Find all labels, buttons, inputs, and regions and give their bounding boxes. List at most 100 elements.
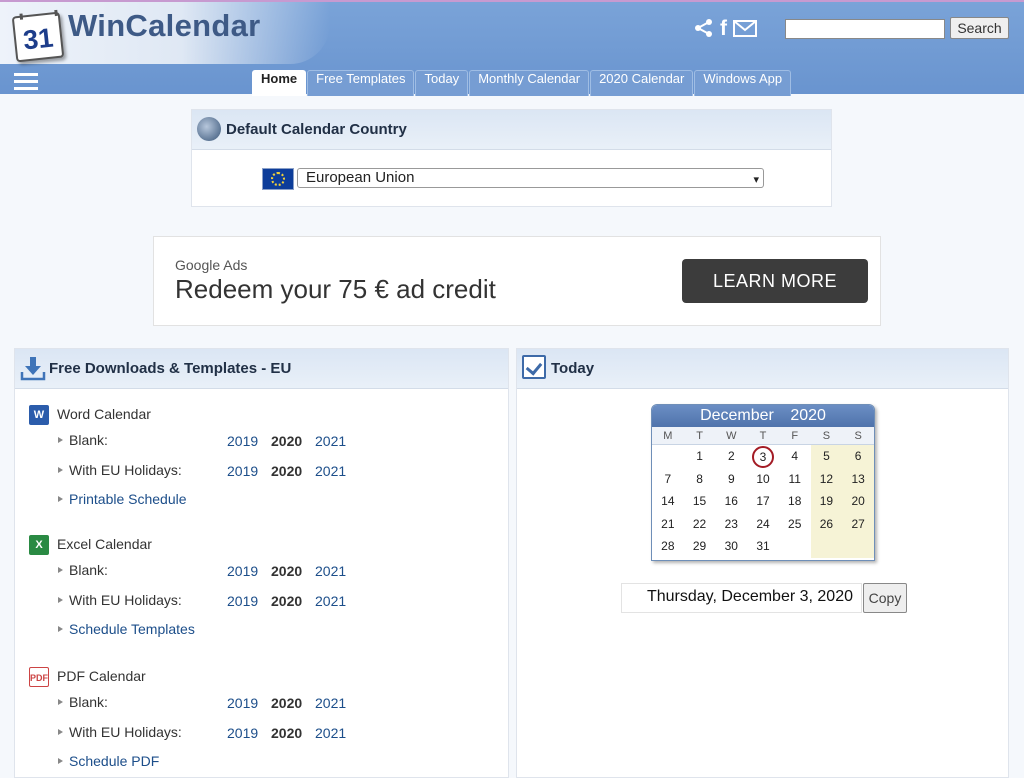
calendar-day[interactable]: 18 xyxy=(779,490,811,513)
download-row: Schedule Templates xyxy=(15,621,510,641)
tab-home[interactable]: Home xyxy=(252,70,307,96)
calendar-day[interactable]: 7 xyxy=(652,468,684,491)
calendar-header[interactable]: December 2020 xyxy=(652,405,874,427)
year-link[interactable]: 2020 xyxy=(271,433,302,449)
menu-icon[interactable] xyxy=(14,73,38,91)
advertisement[interactable]: Google Ads Redeem your 75 € ad credit LE… xyxy=(153,236,881,326)
schedule-link[interactable]: Schedule PDF xyxy=(69,753,159,769)
calendar-day[interactable]: 13 xyxy=(842,467,874,491)
tab-monthly-calendar[interactable]: Monthly Calendar xyxy=(469,70,590,96)
calendar-day-number: 11 xyxy=(788,471,801,486)
calendar-day[interactable]: 14 xyxy=(652,490,684,513)
calendar-day[interactable]: 2 xyxy=(715,445,747,468)
calendar-month: December xyxy=(700,407,774,424)
calendar-day-number: 30 xyxy=(724,539,738,554)
calendar-day[interactable]: 4 xyxy=(779,445,811,468)
year-link[interactable]: 2020 xyxy=(271,725,302,741)
calendar-day xyxy=(810,535,843,558)
calendar-day[interactable]: 11 xyxy=(779,468,811,491)
tab-free-templates[interactable]: Free Templates xyxy=(307,70,415,96)
schedule-link[interactable]: Schedule Templates xyxy=(69,621,195,637)
year-link[interactable]: 2021 xyxy=(315,695,346,711)
year-link[interactable]: 2021 xyxy=(315,463,346,479)
calendar-day[interactable]: 20 xyxy=(842,490,874,513)
calendar-day[interactable]: 31 xyxy=(747,535,779,558)
calendar-day-today[interactable]: 3 xyxy=(747,445,779,468)
calendar-day[interactable]: 28 xyxy=(652,535,684,558)
year-link[interactable]: 2020 xyxy=(271,563,302,579)
year-link[interactable]: 2021 xyxy=(315,725,346,741)
tab-windows-app[interactable]: Windows App xyxy=(694,70,792,96)
today-date-text[interactable]: Thursday, December 3, 2020 xyxy=(621,583,862,613)
tab-2020-calendar[interactable]: 2020 Calendar xyxy=(590,70,694,96)
calendar-day[interactable]: 8 xyxy=(684,468,716,491)
calendar-day[interactable]: 17 xyxy=(747,490,779,513)
calendar-day[interactable]: 19 xyxy=(810,490,843,513)
section-title: PDF Calendar xyxy=(57,668,146,684)
calendar-day[interactable]: 6 xyxy=(842,445,874,468)
row-label: Blank: xyxy=(69,562,108,578)
row-label: With EU Holidays: xyxy=(69,462,182,478)
schedule-link[interactable]: Printable Schedule xyxy=(69,491,187,507)
calendar-day[interactable]: 22 xyxy=(684,513,716,536)
calendar-day-number: 4 xyxy=(791,449,799,463)
calendar-day[interactable]: 5 xyxy=(810,445,843,468)
calendar-day[interactable]: 27 xyxy=(842,512,874,536)
calendar-day[interactable]: 25 xyxy=(779,513,811,536)
calendar-day[interactable]: 30 xyxy=(715,535,747,558)
calendar-day[interactable]: 15 xyxy=(684,490,716,513)
calendar-day-number: 20 xyxy=(851,494,865,509)
country-select[interactable]: European Union ▾ xyxy=(297,168,764,188)
bullet-arrow-icon xyxy=(58,567,63,573)
calendar-day[interactable]: 26 xyxy=(810,512,843,536)
year-link[interactable]: 2019 xyxy=(227,563,258,579)
calendar-day-number: 6 xyxy=(854,449,862,463)
country-panel-header: Default Calendar Country xyxy=(192,110,831,150)
year-link[interactable]: 2021 xyxy=(315,433,346,449)
tab-today[interactable]: Today xyxy=(415,70,469,96)
facebook-icon[interactable]: f xyxy=(720,18,727,43)
top-header: 31 WinCalendar f Search Home Free Templat… xyxy=(0,0,1024,96)
calendar-day[interactable]: 12 xyxy=(810,467,843,491)
year-link[interactable]: 2019 xyxy=(227,695,258,711)
year-link[interactable]: 2019 xyxy=(227,463,258,479)
nav-tabs: Home Free Templates Today Monthly Calendar 2… xyxy=(252,70,792,96)
calendar-day[interactable]: 23 xyxy=(715,513,747,536)
learn-more-button[interactable]: LEARN MORE xyxy=(682,259,868,303)
year-link[interactable]: 2020 xyxy=(271,695,302,711)
calendar-day-number: 26 xyxy=(819,516,834,531)
calendar-day[interactable]: 24 xyxy=(747,513,779,536)
section-title: Word Calendar xyxy=(57,406,151,422)
share-icon[interactable] xyxy=(694,18,714,43)
calendar-day[interactable]: 9 xyxy=(715,468,747,491)
calendar-day[interactable]: 16 xyxy=(715,490,747,513)
calendar-day-number: 25 xyxy=(788,516,802,531)
row-label: With EU Holidays: xyxy=(69,592,182,608)
calendar-day[interactable]: 10 xyxy=(747,468,779,491)
year-link[interactable]: 2021 xyxy=(315,593,346,609)
year-link[interactable]: 2021 xyxy=(315,563,346,579)
calendar-day-number: 15 xyxy=(692,494,707,509)
calendar-day-number: 31 xyxy=(756,539,770,554)
search-input[interactable] xyxy=(785,19,945,39)
mail-icon[interactable] xyxy=(733,18,757,43)
year-link[interactable]: 2019 xyxy=(227,593,258,609)
calendar-day-number: 24 xyxy=(756,516,770,531)
weekday-label: S xyxy=(842,427,874,445)
chevron-down-icon: ▾ xyxy=(753,174,759,186)
calendar-day xyxy=(652,445,684,468)
country-select-value: European Union xyxy=(306,169,415,186)
download-row: Printable Schedule xyxy=(15,491,510,511)
year-link[interactable]: 2019 xyxy=(227,725,258,741)
brand-name[interactable]: WinCalendar xyxy=(68,8,261,44)
year-link[interactable]: 2020 xyxy=(271,593,302,609)
year-link[interactable]: 2020 xyxy=(271,463,302,479)
year-link[interactable]: 2019 xyxy=(227,433,258,449)
calendar-logo-icon[interactable]: 31 xyxy=(11,11,65,63)
search-button[interactable]: Search xyxy=(950,17,1009,39)
calendar-day[interactable]: 29 xyxy=(684,535,716,558)
calendar-day[interactable]: 21 xyxy=(652,513,684,536)
downloads-panel: Free Downloads & Templates - EU W Word Ca… xyxy=(14,348,509,778)
calendar-day[interactable]: 1 xyxy=(684,445,716,468)
copy-button[interactable]: Copy xyxy=(863,583,907,613)
